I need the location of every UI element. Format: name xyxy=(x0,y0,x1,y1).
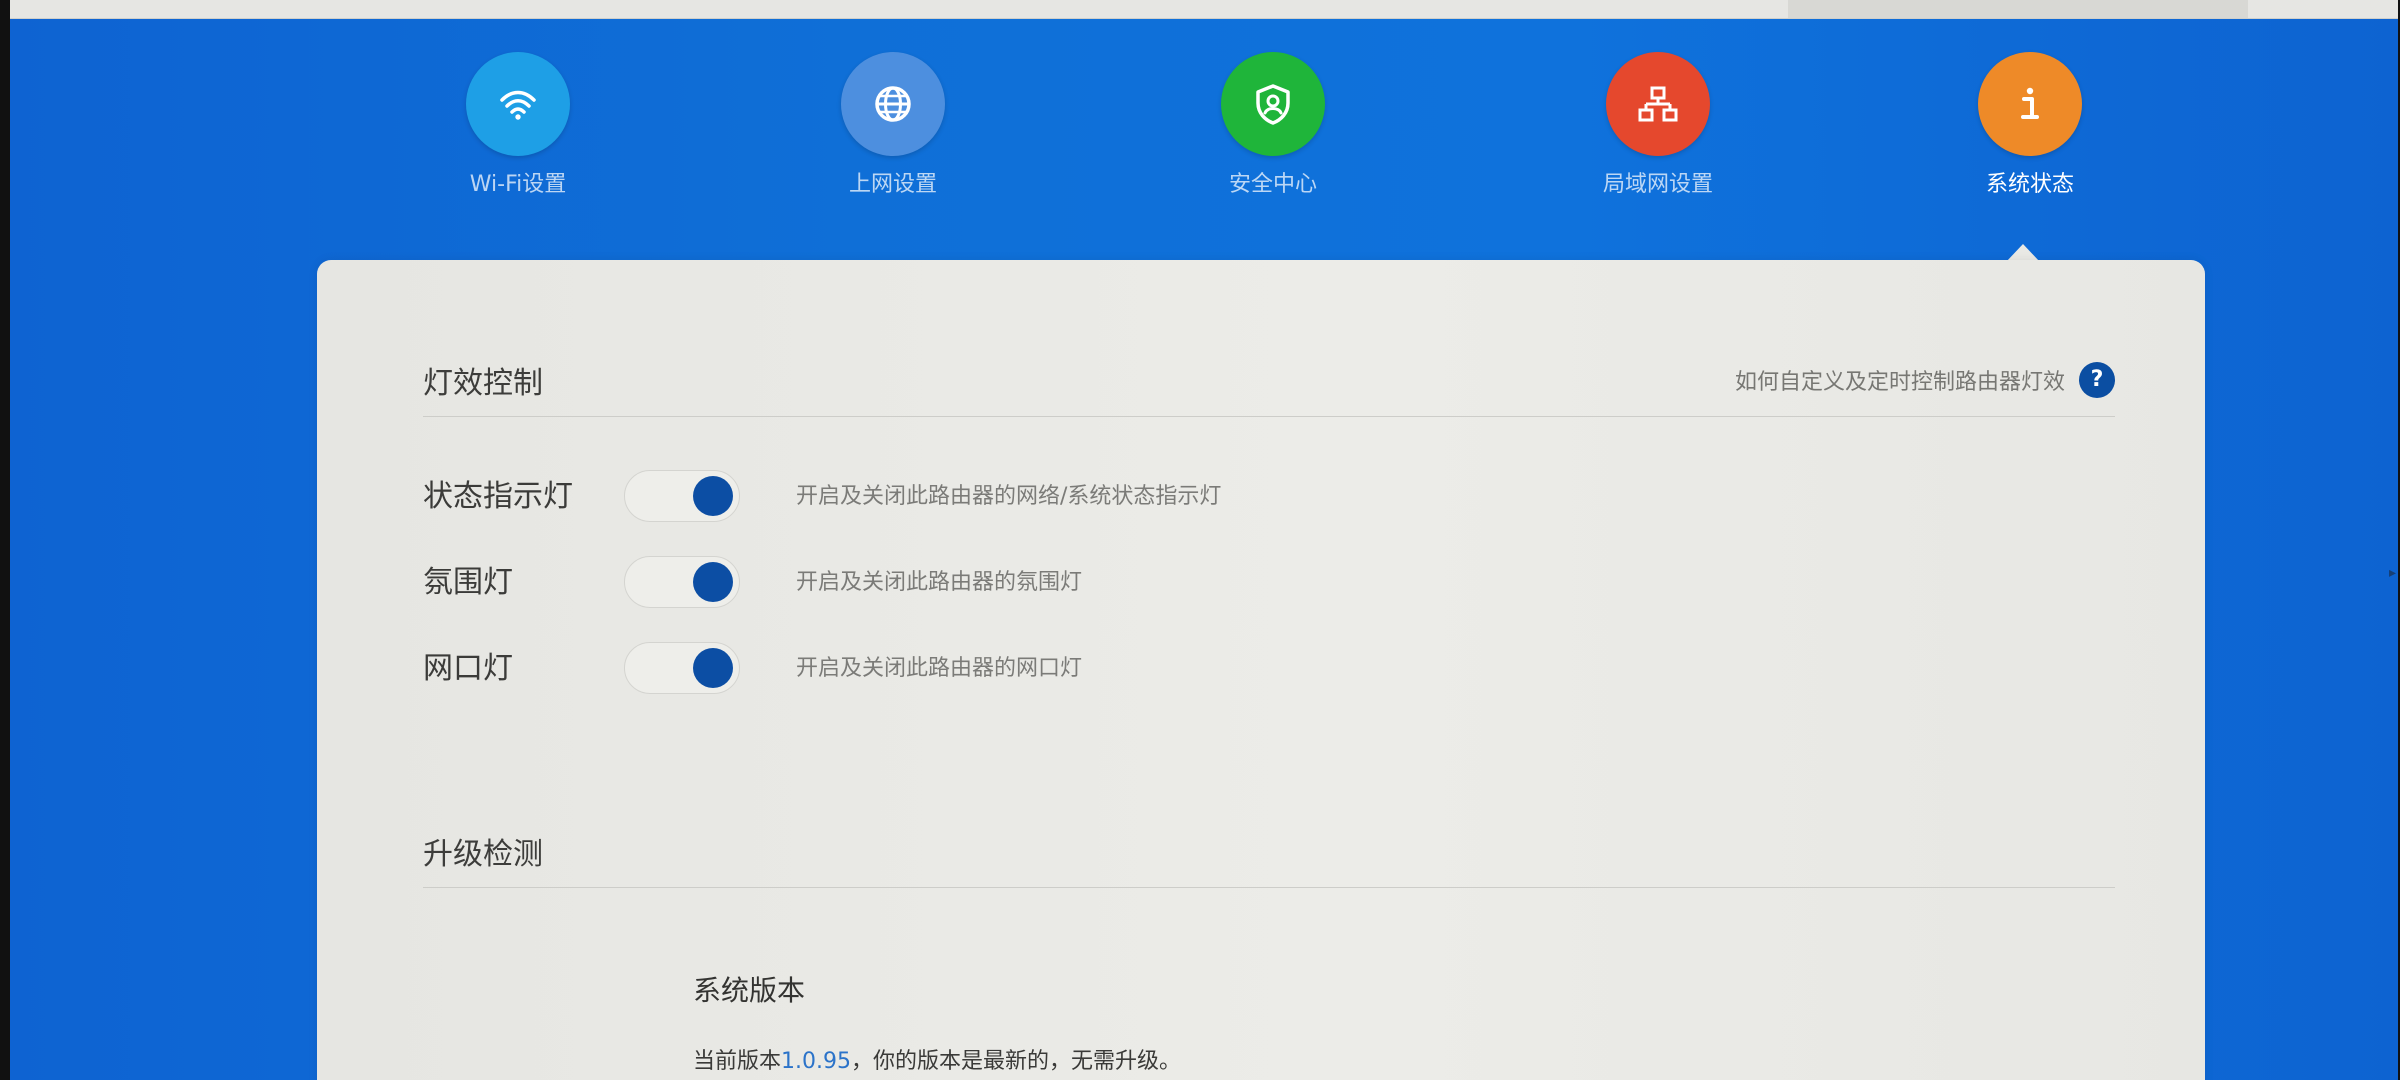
nav-label-internet-settings: 上网设置 xyxy=(848,172,937,197)
nav-item-security-center[interactable]: 安全中心 xyxy=(1183,52,1363,222)
status-light-label: 状态指示灯 xyxy=(423,479,573,514)
version-number: 1.0.95 xyxy=(781,1049,851,1074)
right-edge-arrow-icon: ▸ xyxy=(2388,565,2396,581)
light-help-text[interactable]: 如何自定义及定时控制路由器灯效 xyxy=(1735,364,2065,396)
system-status-panel: 灯效控制 如何自定义及定时控制路由器灯效 ? 状态指示灯 开启及关闭此路由器的网… xyxy=(317,260,2205,1080)
nav-item-lan-settings[interactable]: 局域网设置 xyxy=(1568,52,1748,222)
port-light-toggle-knob[interactable] xyxy=(693,648,733,688)
network-icon xyxy=(1606,52,1710,156)
status-light-row: 状态指示灯 开启及关闭此路由器的网络/系统状态指示灯 xyxy=(423,470,2115,524)
nav-label-system-status: 系统状态 xyxy=(1985,172,2074,197)
nav-label-security-center: 安全中心 xyxy=(1228,172,1317,197)
upgrade-check-title: 升级检测 xyxy=(423,837,543,872)
ambient-light-toggle-knob[interactable] xyxy=(693,562,733,602)
nav-label-lan-settings: 局域网设置 xyxy=(1602,172,1713,197)
status-light-description: 开启及关闭此路由器的网络/系统状态指示灯 xyxy=(796,484,1222,509)
nav-item-internet-settings[interactable]: 上网设置 xyxy=(803,52,983,222)
ambient-light-row: 氛围灯 开启及关闭此路由器的氛围灯 xyxy=(423,556,2115,610)
browser-top-strip xyxy=(10,0,2398,19)
info-icon xyxy=(1978,52,2082,156)
router-admin-screen: Wi-Fi设置 上网设置 安全中心 局域网设置 系统状态 灯效控制 如何自定义及… xyxy=(10,0,2398,1080)
port-light-description: 开启及关闭此路由器的网口灯 xyxy=(796,656,1083,681)
nav-label-wifi-settings: Wi-Fi设置 xyxy=(469,172,567,197)
upgrade-check-header: 升级检测 xyxy=(423,815,2115,888)
main-navigation: Wi-Fi设置 上网设置 安全中心 局域网设置 系统状态 xyxy=(10,18,2398,258)
light-control-header: 灯效控制 如何自定义及定时控制路由器灯效 ? xyxy=(423,344,2115,417)
ambient-light-label: 氛围灯 xyxy=(423,565,513,600)
version-prefix: 当前版本 xyxy=(693,1049,782,1074)
version-status-text: ，你的版本是最新的，无需升级。 xyxy=(851,1049,1182,1074)
port-light-row: 网口灯 开启及关闭此路由器的网口灯 xyxy=(423,642,2115,696)
ambient-light-toggle[interactable] xyxy=(624,556,740,608)
port-light-toggle[interactable] xyxy=(624,642,740,694)
light-control-title: 灯效控制 xyxy=(423,366,543,401)
light-help-link[interactable]: 如何自定义及定时控制路由器灯效 ? xyxy=(1735,360,2115,400)
port-light-label: 网口灯 xyxy=(423,651,513,686)
shield-icon xyxy=(1221,52,1325,156)
help-icon[interactable]: ? xyxy=(2079,362,2115,398)
system-version-title: 系统版本 xyxy=(693,974,806,1007)
nav-item-wifi-settings[interactable]: Wi-Fi设置 xyxy=(428,52,608,222)
system-version-status: 当前版本1.0.95，你的版本是最新的，无需升级。 xyxy=(693,1046,1181,1078)
nav-item-system-status[interactable]: 系统状态 xyxy=(1940,52,2120,222)
ambient-light-description: 开启及关闭此路由器的氛围灯 xyxy=(796,570,1083,595)
wifi-icon xyxy=(466,52,570,156)
status-light-toggle-knob[interactable] xyxy=(693,476,733,516)
globe-icon xyxy=(841,52,945,156)
status-light-toggle[interactable] xyxy=(624,470,740,522)
